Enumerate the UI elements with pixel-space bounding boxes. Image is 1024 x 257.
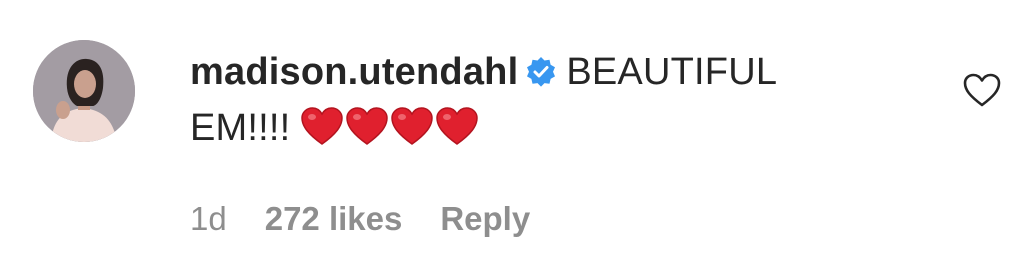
comment-item: madison.utendahl BEAUTIFUL EM!!!! 1d 272 … (0, 0, 1024, 257)
avatar-image (33, 40, 135, 142)
red-heart-emoji (390, 106, 434, 146)
red-heart-emoji (300, 106, 344, 146)
comment-text-line1: BEAUTIFUL (566, 51, 778, 93)
heart-outline-icon[interactable] (962, 72, 1002, 108)
comment-meta: 1d 272 likes Reply (190, 200, 568, 238)
verified-badge-icon (524, 49, 558, 87)
username-link[interactable]: madison.utendahl (190, 51, 518, 93)
red-heart-emoji (345, 106, 389, 146)
likes-count[interactable]: 272 likes (265, 200, 403, 237)
reply-button[interactable]: Reply (440, 200, 530, 237)
comment-timestamp[interactable]: 1d (190, 200, 227, 237)
comment-body: madison.utendahl BEAUTIFUL EM!!!! (190, 44, 910, 162)
red-heart-emoji (435, 106, 479, 146)
comment-text-line2: EM!!!! (190, 107, 291, 149)
avatar[interactable] (33, 40, 135, 142)
hearts-emoji-group (300, 106, 480, 162)
